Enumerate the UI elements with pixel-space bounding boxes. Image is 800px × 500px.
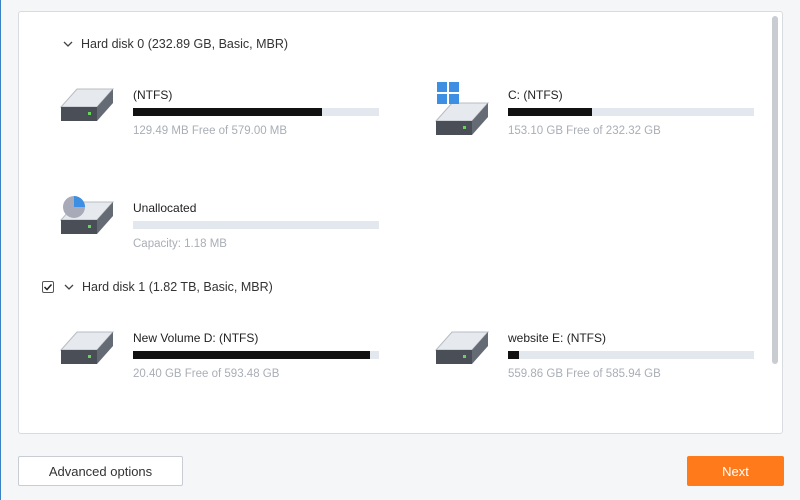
partition-info: 129.49 MB Free of 579.00 MB	[133, 125, 288, 137]
partition-info: Capacity: 1.18 MB	[133, 238, 227, 250]
partition-name: Unallocated	[133, 201, 197, 215]
partition-card[interactable]: Unallocated Capacity: 1.18 MB	[57, 194, 387, 264]
disk-header-label: Hard disk 0 (232.89 GB, Basic, MBR)	[81, 37, 289, 51]
unallocated-drive-icon	[59, 196, 115, 234]
usage-bar-fill	[508, 351, 520, 359]
usage-bar	[508, 108, 754, 116]
hard-drive-icon	[59, 331, 115, 364]
windows-drive-icon	[434, 82, 490, 135]
usage-bar	[508, 351, 754, 359]
app-window: Hard disk 0 (232.89 GB, Basic, MBR) (NTF…	[0, 0, 800, 500]
usage-bar-fill	[133, 108, 323, 116]
partition-card[interactable]: (NTFS) 129.49 MB Free of 579.00 MB	[57, 81, 387, 151]
partition-info: 559.86 GB Free of 585.94 GB	[508, 368, 661, 380]
chevron-down-icon[interactable]	[62, 280, 76, 294]
partition-name: website E: (NTFS)	[508, 331, 607, 345]
hard-drive-icon	[59, 88, 115, 121]
vertical-scrollbar[interactable]	[772, 16, 778, 429]
advanced-options-button[interactable]: Advanced options	[18, 456, 183, 486]
usage-bar-fill	[133, 351, 371, 359]
partition-card[interactable]: website E: (NTFS) 559.86 GB Free of 585.…	[432, 324, 762, 394]
hard-drive-icon	[434, 331, 490, 364]
partition-name: C: (NTFS)	[508, 88, 563, 102]
usage-bar	[133, 108, 379, 116]
next-button[interactable]: Next	[687, 456, 784, 486]
partition-card[interactable]: C: (NTFS) 153.10 GB Free of 232.32 GB	[432, 81, 762, 151]
partition-info: 20.40 GB Free of 593.48 GB	[133, 368, 280, 380]
partition-card[interactable]: New Volume D: (NTFS) 20.40 GB Free of 59…	[57, 324, 387, 394]
divider	[289, 43, 765, 63]
chevron-down-icon[interactable]	[61, 37, 75, 51]
checkmark-icon	[43, 283, 53, 291]
partition-info: 153.10 GB Free of 232.32 GB	[508, 125, 661, 137]
disk-list-panel: Hard disk 0 (232.89 GB, Basic, MBR) (NTF…	[18, 11, 783, 434]
disk-header-1[interactable]: Hard disk 1 (1.82 TB, Basic, MBR)	[42, 277, 273, 297]
usage-bar	[133, 351, 379, 359]
scrollbar-thumb[interactable]	[772, 16, 778, 364]
partition-name: (NTFS)	[133, 88, 173, 102]
disk-header-0[interactable]: Hard disk 0 (232.89 GB, Basic, MBR)	[61, 34, 288, 54]
disk-header-label: Hard disk 1 (1.82 TB, Basic, MBR)	[82, 280, 273, 294]
partition-name: New Volume D: (NTFS)	[133, 331, 259, 345]
divider	[277, 286, 765, 306]
usage-bar	[133, 221, 379, 229]
usage-bar-fill	[508, 108, 592, 116]
disk-select-checkbox[interactable]	[42, 281, 54, 293]
